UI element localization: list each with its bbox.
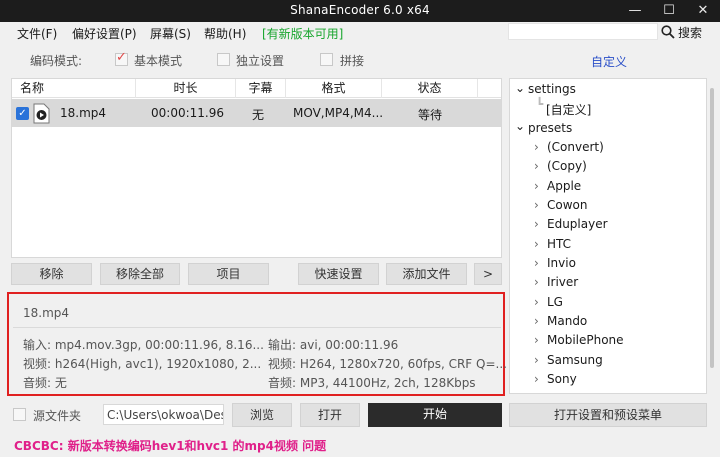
search-input[interactable] <box>508 23 658 40</box>
encode-mode-bar: 编码模式: 基本模式 独立设置 拼接 <box>0 48 506 70</box>
independent-settings-checkbox[interactable] <box>217 53 230 66</box>
info-filename: 18.mp4 <box>23 306 70 320</box>
minimize-button[interactable]: — <box>618 0 652 22</box>
column-format[interactable]: 格式 <box>286 79 382 98</box>
source-folder-checkbox[interactable] <box>13 408 26 421</box>
tree-node-sony[interactable]: Sony <box>547 372 577 386</box>
info-output: 输出: avi, 00:00:11.96 <box>268 338 399 352</box>
info-audio-out: 音频: MP3, 44100Hz, 2ch, 128Kbps <box>268 376 476 390</box>
title-bar: ShanaEncoder 6.0 x64 — ☐ ✕ <box>0 0 720 22</box>
concat-label: 拼接 <box>340 54 365 68</box>
update-available-link[interactable]: [有新版本可用] <box>262 25 343 42</box>
bottom-bar: 源文件夹 C:\Users\okwoa\Desk 浏览 打开 开始 打开设置和预… <box>0 401 720 427</box>
tree-node-settings[interactable]: settings <box>528 82 576 96</box>
tree-node-mobilephone[interactable]: MobilePhone <box>547 333 624 347</box>
file-subtitle: 无 <box>252 108 265 122</box>
tree-expander[interactable]: › <box>534 198 539 212</box>
tree-node-custom[interactable]: [自定义] <box>546 101 591 118</box>
tree-expander-settings[interactable]: ⌄ <box>515 81 525 95</box>
row-checkbox[interactable]: ✓ <box>16 107 29 120</box>
tree-expander[interactable]: › <box>534 353 539 367</box>
menu-preferences[interactable]: 偏好设置(P) <box>72 25 137 42</box>
output-path-field[interactable]: C:\Users\okwoa\Desk <box>103 404 224 425</box>
item-button[interactable]: 项目 <box>188 263 269 285</box>
menu-screen[interactable]: 屏幕(S) <box>150 25 191 42</box>
file-status: 等待 <box>418 108 443 122</box>
column-duration[interactable]: 时长 <box>136 79 236 98</box>
add-file-button[interactable]: 添加文件 <box>386 263 467 285</box>
info-input: 输入: mp4.mov.3gp, 00:00:11.96, 8.16... <box>23 338 264 352</box>
tree-expander[interactable]: › <box>534 333 539 347</box>
tree-node-samsung[interactable]: Samsung <box>547 353 603 367</box>
info-video-in: 视频: h264(High, avc1), 1920x1080, 2... <box>23 357 262 371</box>
remove-button[interactable]: 移除 <box>11 263 92 285</box>
search-icon <box>661 25 675 39</box>
status-message: CBCBC: 新版本转换编码hev1和hvc1 的mp4视频 问题 <box>14 439 327 453</box>
tree-node-apple[interactable]: Apple <box>547 179 581 193</box>
tree-expander[interactable]: › <box>534 295 539 309</box>
tree-node-copy[interactable]: (Copy) <box>547 159 587 173</box>
encode-mode-label: 编码模式: <box>30 54 83 68</box>
tree-node-presets[interactable]: presets <box>528 121 572 135</box>
column-status[interactable]: 状态 <box>382 79 478 98</box>
tree-connector: ┗ <box>536 97 544 111</box>
quick-settings-button[interactable]: 快速设置 <box>298 263 379 285</box>
file-list[interactable]: 名称 时长 字幕 格式 状态 ✓ 18.mp4 00:00:11.96 无 MO… <box>11 78 502 258</box>
preset-tree[interactable]: ⌄ settings ┗ [自定义] ⌄ presets › (Convert)… <box>509 78 707 394</box>
file-action-bar: 移除 移除全部 项目 快速设置 添加文件 > <box>0 263 506 287</box>
tree-node-iriver[interactable]: Iriver <box>547 275 578 289</box>
tree-scroll-thumb[interactable] <box>710 88 714 368</box>
tree-node-cowon[interactable]: Cowon <box>547 198 587 212</box>
browse-button[interactable]: 浏览 <box>232 403 292 427</box>
tree-node-eduplayer[interactable]: Eduplayer <box>547 217 608 231</box>
tree-expander[interactable]: › <box>534 314 539 328</box>
search-button[interactable]: 搜索 <box>660 23 716 41</box>
tree-node-convert[interactable]: (Convert) <box>547 140 604 154</box>
search-button-label: 搜索 <box>678 26 703 40</box>
maximize-button[interactable]: ☐ <box>652 0 686 22</box>
independent-settings-label: 独立设置 <box>236 54 285 68</box>
tree-expander[interactable]: › <box>534 237 539 251</box>
tree-expander[interactable]: › <box>534 179 539 193</box>
basic-mode-label: 基本模式 <box>134 54 183 68</box>
tree-expander[interactable]: › <box>534 372 539 386</box>
file-list-header: 名称 时长 字幕 格式 状态 <box>12 79 501 98</box>
open-button[interactable]: 打开 <box>300 403 360 427</box>
tree-node-lg[interactable]: LG <box>547 295 563 309</box>
open-settings-menu-button[interactable]: 打开设置和预设菜单 <box>509 403 707 427</box>
start-button[interactable]: 开始 <box>368 403 502 427</box>
tree-node-mando[interactable]: Mando <box>547 314 587 328</box>
custom-link[interactable]: 自定义 <box>591 53 627 70</box>
column-subtitle[interactable]: 字幕 <box>236 79 286 98</box>
menu-help[interactable]: 帮助(H) <box>204 25 246 42</box>
info-audio-in: 音频: 无 <box>23 376 67 390</box>
tree-scrollbar[interactable] <box>707 78 717 394</box>
tree-expander[interactable]: › <box>534 217 539 231</box>
column-name[interactable]: 名称 <box>12 79 136 98</box>
info-divider <box>13 327 501 328</box>
concat-checkbox[interactable] <box>320 53 333 66</box>
menu-file[interactable]: 文件(F) <box>17 25 57 42</box>
tree-expander-presets[interactable]: ⌄ <box>515 119 525 133</box>
source-folder-label: 源文件夹 <box>33 409 82 423</box>
more-button[interactable]: > <box>474 263 502 285</box>
basic-mode-checkbox[interactable] <box>115 50 128 66</box>
file-duration: 00:00:11.96 <box>151 106 224 120</box>
tree-node-htc[interactable]: HTC <box>547 237 571 251</box>
tree-expander[interactable]: › <box>534 159 539 173</box>
file-info-panel: 18.mp4 输入: mp4.mov.3gp, 00:00:11.96, 8.1… <box>7 292 507 396</box>
tree-expander[interactable]: › <box>534 256 539 270</box>
tree-node-invio[interactable]: Invio <box>547 256 576 270</box>
window-title: ShanaEncoder 6.0 x64 <box>290 3 430 17</box>
info-video-out: 视频: H264, 1280x720, 60fps, CRF Q=... <box>268 357 507 371</box>
remove-all-button[interactable]: 移除全部 <box>100 263 180 285</box>
video-file-icon <box>33 103 50 124</box>
close-button[interactable]: ✕ <box>686 0 720 22</box>
file-format: MOV,MP4,M4... <box>293 106 384 120</box>
tree-expander[interactable]: › <box>534 140 539 154</box>
file-name: 18.mp4 <box>60 106 107 120</box>
tree-expander[interactable]: › <box>534 275 539 289</box>
file-row[interactable]: ✓ 18.mp4 00:00:11.96 无 MOV,MP4,M4... 等待 <box>12 99 501 127</box>
